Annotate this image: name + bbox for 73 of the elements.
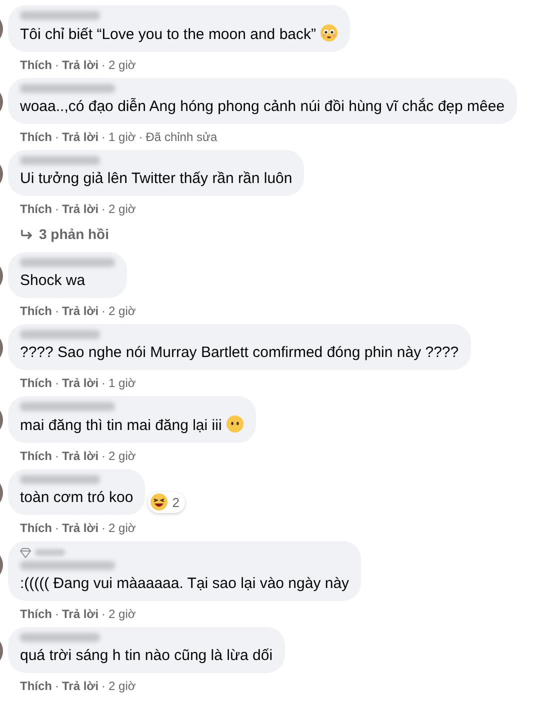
- separator-dot: ·: [54, 375, 60, 392]
- separator-dot: ·: [54, 678, 60, 695]
- blurred-author-name[interactable]: [20, 561, 115, 570]
- flushed-face-icon: [320, 24, 338, 42]
- timestamp[interactable]: 2 giờ: [108, 605, 136, 623]
- blurred-author-name[interactable]: [20, 156, 100, 165]
- timestamp[interactable]: 2 giờ: [108, 447, 136, 465]
- timestamp[interactable]: 2 giờ: [108, 519, 136, 537]
- reply-link[interactable]: Trả lời: [62, 605, 99, 623]
- like-link[interactable]: Thích: [20, 605, 52, 623]
- like-link[interactable]: Thích: [20, 128, 52, 146]
- separator-dot: ·: [54, 520, 60, 537]
- reply-link[interactable]: Trả lời: [62, 56, 99, 74]
- reply-link[interactable]: Trả lời: [62, 374, 99, 392]
- blurred-author-name[interactable]: [20, 402, 115, 411]
- comment-text: Ui tưởng giả lên Twitter thấy rần rần luôn: [20, 169, 292, 189]
- separator-dot: ·: [100, 129, 107, 146]
- reply-link[interactable]: Trả lời: [62, 302, 99, 320]
- comment-text: :((((( Đang vui màaaaaa. Tại sao lại vào ngày này: [20, 574, 350, 594]
- separator-dot: ·: [100, 606, 107, 623]
- separator-dot: ·: [100, 448, 107, 465]
- blank-face-icon: [226, 415, 244, 433]
- separator-dot: ·: [54, 303, 60, 320]
- like-link[interactable]: Thích: [20, 56, 52, 74]
- separator-dot: ·: [54, 606, 60, 623]
- separator-dot: ·: [54, 57, 60, 74]
- separator-dot: ·: [100, 201, 107, 218]
- timestamp[interactable]: 2 giờ: [108, 200, 136, 218]
- blurred-badge-label: [35, 549, 65, 556]
- timestamp[interactable]: 1 giờ: [108, 374, 136, 392]
- separator-dot: ·: [100, 678, 107, 695]
- reply-link[interactable]: Trả lời: [62, 677, 99, 695]
- separator-dot: ·: [54, 129, 60, 146]
- view-replies-link[interactable]: 3 phản hồi: [20, 225, 545, 243]
- reaction-count: 2: [172, 494, 180, 512]
- separator-dot: ·: [100, 375, 107, 392]
- timestamp[interactable]: 2 giờ: [108, 677, 136, 695]
- timestamp[interactable]: 2 giờ: [108, 302, 136, 320]
- blurred-author-name[interactable]: [20, 11, 100, 20]
- separator-dot: ·: [138, 129, 144, 146]
- blurred-author-name[interactable]: [20, 633, 100, 642]
- reply-link[interactable]: Trả lời: [62, 128, 99, 146]
- separator-dot: ·: [54, 448, 60, 465]
- reply-arrow-icon: [20, 228, 33, 240]
- blurred-author-name[interactable]: [20, 330, 100, 339]
- like-link[interactable]: Thích: [20, 447, 52, 465]
- edited-label: Đã chỉnh sửa: [146, 129, 218, 146]
- blurred-author-name[interactable]: [20, 475, 100, 484]
- separator-dot: ·: [54, 201, 60, 218]
- separator-dot: ·: [100, 57, 107, 74]
- laughing-face-icon: [150, 493, 168, 512]
- comment-text: woaa..,có đạo diễn Ang hóng phong cảnh núi đồi hùng vĩ chắc đẹp mêee: [20, 97, 505, 117]
- like-link[interactable]: Thích: [20, 302, 52, 320]
- like-link[interactable]: Thích: [20, 200, 52, 218]
- like-link[interactable]: Thích: [20, 677, 52, 695]
- reply-link[interactable]: Trả lời: [62, 447, 99, 465]
- comment-text: Tôi chỉ biết “Love you to the moon and back”: [20, 24, 338, 45]
- reply-link[interactable]: Trả lời: [62, 200, 99, 218]
- reaction-badge[interactable]: 2: [148, 492, 186, 513]
- like-link[interactable]: Thích: [20, 374, 52, 392]
- comment-text: ???? Sao nghe nói Murray Bartlett comfirmed đóng phin này ????: [20, 343, 459, 363]
- blurred-author-name[interactable]: [20, 84, 115, 93]
- comment-text: quá trời sáng h tin nào cũng là lừa dối: [20, 646, 273, 666]
- like-link[interactable]: Thích: [20, 519, 52, 537]
- comment-text: mai đăng thì tin mai đăng lại iii: [20, 415, 244, 436]
- comment-text: toàn cơm tró koo: [20, 488, 134, 508]
- reply-link[interactable]: Trả lời: [62, 519, 99, 537]
- blurred-author-name[interactable]: [20, 258, 115, 267]
- timestamp[interactable]: 2 giờ: [108, 56, 136, 74]
- separator-dot: ·: [100, 303, 107, 320]
- comment-text: Shock wa: [20, 271, 86, 291]
- timestamp[interactable]: 1 giờ: [108, 128, 136, 146]
- separator-dot: ·: [100, 520, 107, 537]
